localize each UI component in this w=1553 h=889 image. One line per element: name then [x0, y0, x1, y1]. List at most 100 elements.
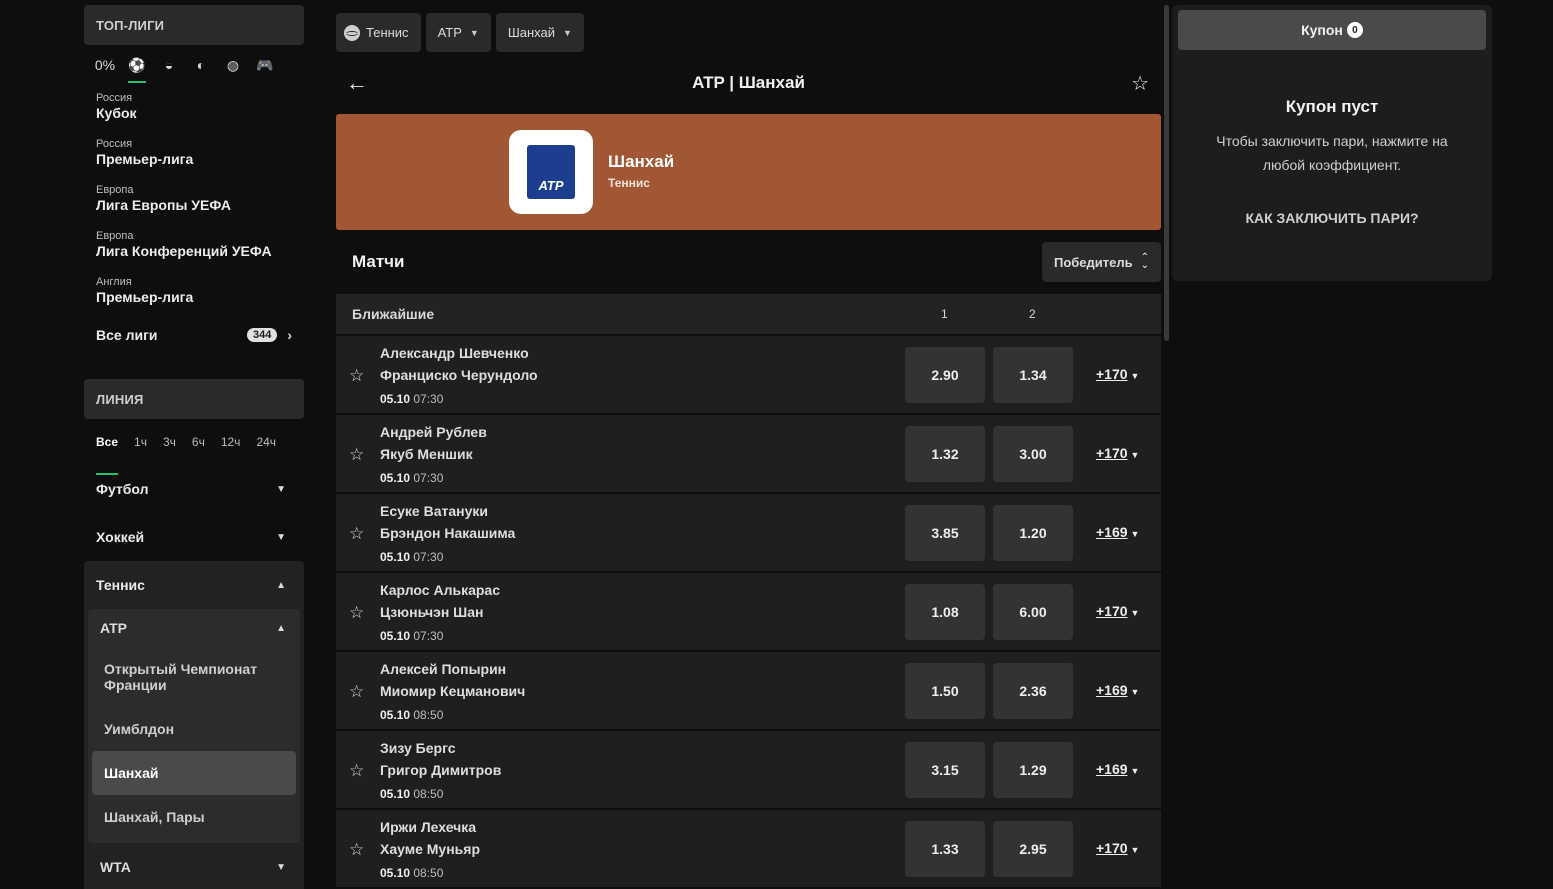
breadcrumb-category[interactable]: ATP ▼	[425, 13, 491, 52]
match-row: ☆ Алексей Попырин Миомир Кецманович 05.10 0…	[336, 652, 1161, 729]
tennis-section: Теннис ▲ ATP ▲ Открытый Чемпионат Франци…	[84, 561, 304, 889]
tournament-item[interactable]: Шанхай, Пары	[92, 795, 296, 839]
breadcrumb-tournament[interactable]: Шанхай ▼	[495, 13, 584, 52]
top-league-item[interactable]: Россия Кубок	[84, 83, 304, 129]
market-select-button[interactable]: Победитель ⌃ ⌄	[1041, 242, 1161, 282]
soccer-ball-icon[interactable]: ⚽	[128, 56, 146, 83]
odds-button-1[interactable]: 1.50	[905, 663, 985, 719]
match-row: ☆ Есуке Ватануки Брэндон Накашима 05.10 07:…	[336, 494, 1161, 571]
favorite-star-icon[interactable]: ☆	[349, 840, 364, 860]
more-markets-count: +170	[1096, 445, 1128, 461]
coupon-tab[interactable]: Купон 0	[1178, 10, 1486, 50]
main-content: Теннис ATP ▼ Шанхай ▼ ← ATP | Шанхай ☆ A…	[336, 13, 1161, 889]
breadcrumb-sport[interactable]: Теннис	[336, 13, 421, 52]
time-filter-0[interactable]: Все	[96, 435, 119, 475]
favorite-star-icon[interactable]: ☆	[349, 524, 364, 544]
basketball-icon[interactable]: ◍	[224, 56, 242, 74]
atp-category-row[interactable]: ATP ▲	[88, 609, 300, 647]
odds-button-1[interactable]: 2.90	[905, 347, 985, 403]
match-datetime: 05.10 07:30	[380, 629, 443, 643]
wta-category-row[interactable]: WTA ▼	[84, 843, 304, 889]
league-region: Европа	[96, 183, 134, 196]
coupon-tab-label: Купон	[1301, 22, 1343, 38]
odds-button-1[interactable]: 1.32	[905, 426, 985, 482]
odds-button-2[interactable]: 2.36	[993, 663, 1073, 719]
time-filter-5[interactable]: 24ч	[256, 435, 276, 465]
sport-row-hockey[interactable]: Хоккей ▼	[84, 513, 304, 561]
odds-button-1[interactable]: 1.08	[905, 584, 985, 640]
banner-text: Шанхай Теннис	[608, 152, 674, 190]
odds-button-1[interactable]: 1.33	[905, 821, 985, 877]
favorite-star-icon[interactable]: ☆	[349, 603, 364, 623]
match-row: ☆ Карлос Алькарас Цзюньчэн Шан 05.10 07:30 1…	[336, 573, 1161, 650]
player-1-name[interactable]: Есуке Ватануки	[380, 503, 488, 519]
player-1-name[interactable]: Александр Шевченко	[380, 345, 529, 361]
player-2-name[interactable]: Франциско Черундоло	[380, 367, 538, 383]
more-markets-button[interactable]: +170 ▼	[1096, 366, 1139, 382]
favorite-star-icon[interactable]: ☆	[349, 366, 364, 386]
back-arrow-icon[interactable]: ←	[346, 70, 368, 96]
how-to-bet-link[interactable]: КАК ЗАКЛЮЧИТЬ ПАРИ?	[1172, 210, 1492, 226]
favorite-star-icon[interactable]: ☆	[1131, 71, 1149, 96]
odds-button-2[interactable]: 6.00	[993, 584, 1073, 640]
match-time: 07:30	[413, 392, 444, 406]
odds-button-1[interactable]: 3.15	[905, 742, 985, 798]
tennis-ball-icon[interactable]: ◐	[192, 56, 210, 74]
sport-row-tennis[interactable]: Теннис ▲	[84, 561, 304, 609]
odds-button-2[interactable]: 3.00	[993, 426, 1073, 482]
time-filter-2[interactable]: 3ч	[163, 435, 176, 465]
chevron-down-icon: ▼	[276, 861, 286, 873]
odds-button-2[interactable]: 1.20	[993, 505, 1073, 561]
favorite-star-icon[interactable]: ☆	[349, 682, 364, 702]
league-name: Премьер-лига	[96, 150, 194, 167]
player-2-name[interactable]: Хауме Муньяр	[380, 841, 480, 857]
time-filter-1[interactable]: 1ч	[134, 435, 147, 465]
player-1-name[interactable]: Карлос Алькарас	[380, 582, 500, 598]
main-scrollbar[interactable]	[1164, 5, 1169, 341]
player-1-name[interactable]: Алексей Попырин	[380, 661, 506, 677]
more-markets-button[interactable]: +170 ▼	[1096, 445, 1139, 461]
player-2-name[interactable]: Якуб Меншик	[380, 446, 473, 462]
more-markets-button[interactable]: +170 ▼	[1096, 603, 1139, 619]
player-2-name[interactable]: Брэндон Накашима	[380, 525, 515, 541]
tournament-item[interactable]: Шанхай	[92, 751, 296, 795]
top-league-item[interactable]: Россия Премьер-лига	[84, 129, 304, 175]
player-2-name[interactable]: Цзюньчэн Шан	[380, 604, 484, 620]
chevron-down-icon: ▼	[1130, 845, 1140, 855]
more-markets-count: +169	[1096, 524, 1128, 540]
zero-percent-icon[interactable]: 0%	[95, 56, 115, 74]
top-league-item[interactable]: Европа Лига Европы УЕФА	[84, 175, 304, 221]
more-markets-button[interactable]: +169 ▼	[1096, 524, 1139, 540]
sport-icon-bar: 0% ⚽ ◒ ◐ ◍ 🎮	[84, 45, 304, 83]
gamepad-icon[interactable]: 🎮	[256, 56, 274, 74]
tournament-item[interactable]: Уимблдон	[92, 707, 296, 751]
all-leagues-count-badge: 344	[246, 328, 278, 342]
all-leagues-link[interactable]: Все лиги 344 ›	[84, 313, 304, 357]
odds-button-2[interactable]: 2.95	[993, 821, 1073, 877]
top-league-item[interactable]: Европа Лига Конференций УЕФА	[84, 221, 304, 267]
more-markets-button[interactable]: +169 ▼	[1096, 761, 1139, 777]
left-sidebar: ТОП-ЛИГИ 0% ⚽ ◒ ◐ ◍ 🎮 Россия Кубок Россия Премье…	[84, 5, 304, 889]
sport-row-label: Теннис	[96, 577, 145, 593]
more-markets-button[interactable]: +169 ▼	[1096, 682, 1139, 698]
chevron-right-icon: ›	[287, 327, 292, 343]
tournament-item[interactable]: Открытый Чемпионат Франции	[92, 647, 296, 707]
group-label: Ближайшие	[352, 306, 435, 322]
player-2-name[interactable]: Миомир Кецманович	[380, 683, 525, 699]
time-filter-3[interactable]: 6ч	[192, 435, 205, 465]
atp-logo-icon: ATP	[527, 145, 575, 199]
top-league-item[interactable]: Англия Премьер-лига	[84, 267, 304, 313]
time-filter-4[interactable]: 12ч	[221, 435, 241, 465]
favorite-star-icon[interactable]: ☆	[349, 445, 364, 465]
more-markets-button[interactable]: +170 ▼	[1096, 840, 1139, 856]
favorite-star-icon[interactable]: ☆	[349, 761, 364, 781]
player-1-name[interactable]: Иржи Лехечка	[380, 819, 476, 835]
player-1-name[interactable]: Зизу Бергс	[380, 740, 456, 756]
hockey-puck-icon[interactable]: ◒	[160, 56, 178, 74]
odds-button-2[interactable]: 1.34	[993, 347, 1073, 403]
chevron-down-icon: ▼	[276, 483, 286, 495]
player-1-name[interactable]: Андрей Рублев	[380, 424, 487, 440]
odds-button-2[interactable]: 1.29	[993, 742, 1073, 798]
odds-button-1[interactable]: 3.85	[905, 505, 985, 561]
player-2-name[interactable]: Григор Димитров	[380, 762, 501, 778]
